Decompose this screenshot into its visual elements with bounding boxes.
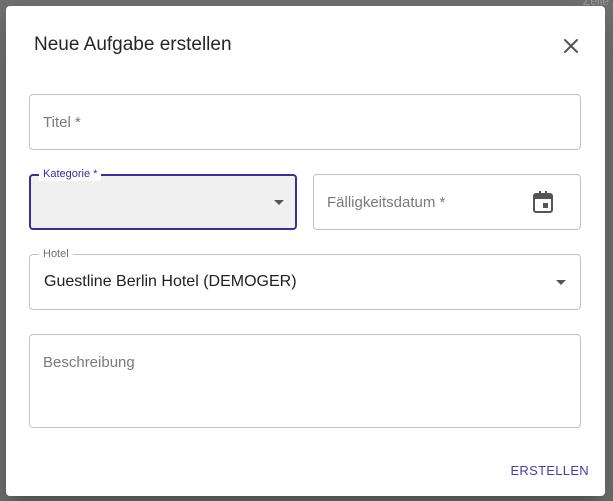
description-field[interactable]: Beschreibung: [29, 334, 581, 428]
category-select[interactable]: Kategorie *: [29, 167, 297, 230]
chevron-down-icon: [556, 280, 566, 285]
due-date-placeholder: Fälligkeitsdatum *: [327, 194, 446, 211]
close-icon: [564, 39, 578, 53]
category-label: Kategorie *: [39, 167, 102, 181]
create-task-dialog: Neue Aufgabe erstellen Titel * Kategorie…: [6, 6, 605, 496]
hotel-label: Hotel: [39, 247, 73, 261]
dialog-title: Neue Aufgabe erstellen: [34, 34, 232, 55]
calendar-icon[interactable]: [533, 191, 553, 213]
due-date-field[interactable]: Fälligkeitsdatum *: [313, 174, 581, 230]
close-button[interactable]: [559, 34, 583, 58]
create-button[interactable]: ERSTELLEN: [510, 463, 589, 478]
hotel-value: Guestline Berlin Hotel (DEMOGER): [44, 273, 297, 290]
title-field[interactable]: Titel *: [29, 94, 581, 150]
hotel-select[interactable]: Hotel Guestline Berlin Hotel (DEMOGER): [29, 247, 581, 310]
title-placeholder: Titel *: [43, 114, 81, 131]
description-placeholder: Beschreibung: [43, 354, 135, 371]
chevron-down-icon: [274, 200, 284, 205]
